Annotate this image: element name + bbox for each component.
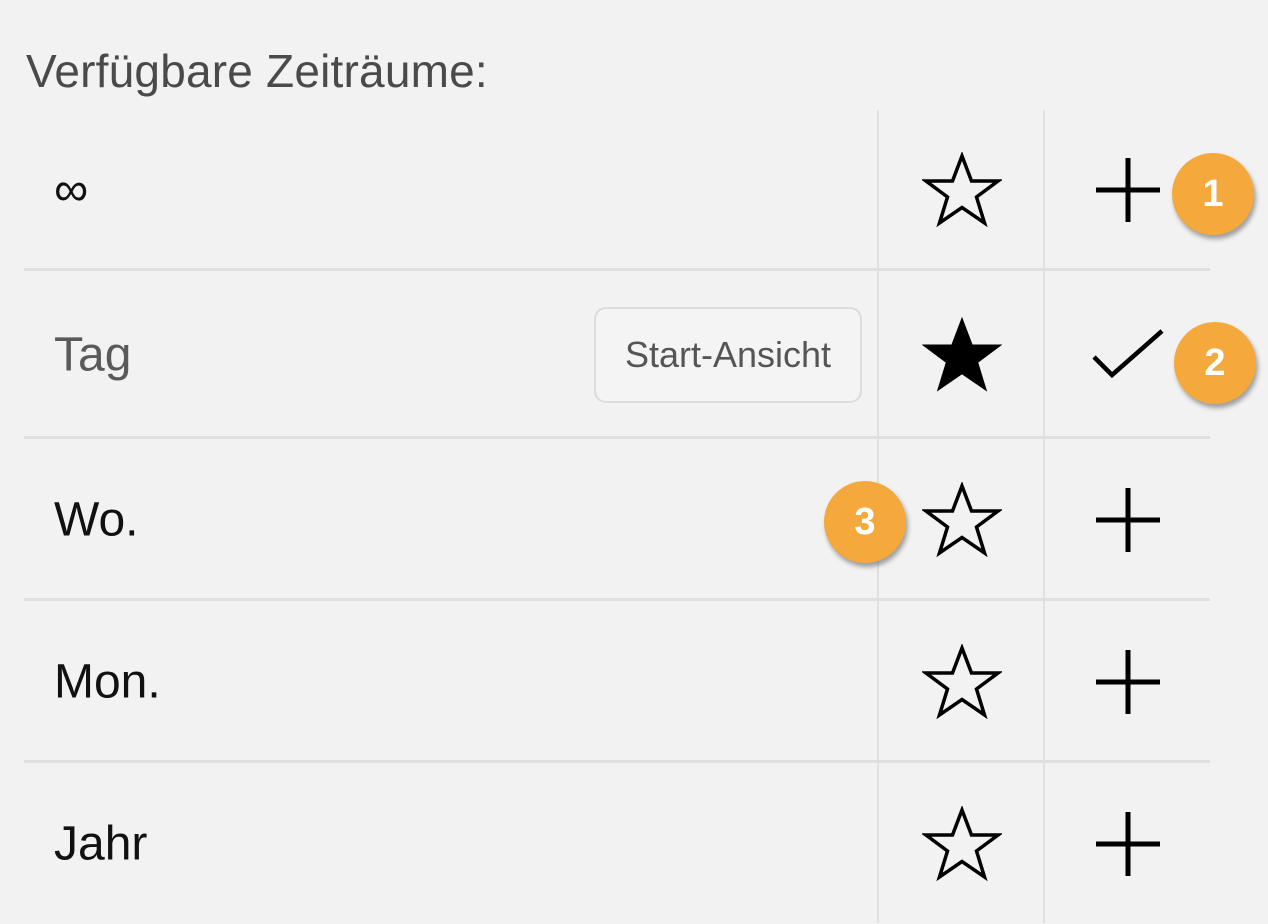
period-label: Wo. bbox=[54, 493, 139, 547]
start-view-badge: Start-Ansicht bbox=[594, 307, 862, 403]
annotation-marker-2: 2 bbox=[1174, 322, 1256, 404]
favorite-toggle[interactable] bbox=[920, 802, 1004, 886]
plus-icon bbox=[1096, 812, 1160, 876]
star-outline-icon bbox=[922, 482, 1002, 558]
period-list-heading: Verfügbare Zeiträume: bbox=[26, 45, 488, 97]
period-label: ∞ bbox=[54, 163, 89, 217]
period-row-week: Wo. bbox=[0, 440, 1268, 600]
period-row-day: Tag Start-Ansicht bbox=[0, 275, 1268, 435]
plus-icon bbox=[1096, 488, 1160, 552]
check-icon bbox=[1092, 329, 1164, 379]
star-filled-icon bbox=[922, 317, 1002, 392]
period-row-year: Jahr bbox=[0, 764, 1268, 924]
row-divider bbox=[24, 436, 1210, 439]
add-period-button[interactable] bbox=[1086, 478, 1170, 562]
favorite-toggle[interactable] bbox=[920, 640, 1004, 724]
row-divider bbox=[24, 268, 1210, 271]
period-label: Tag bbox=[54, 328, 132, 382]
favorite-toggle[interactable] bbox=[920, 478, 1004, 562]
favorite-toggle[interactable] bbox=[920, 148, 1004, 232]
add-period-button[interactable] bbox=[1086, 802, 1170, 886]
period-row-all: ∞ bbox=[0, 110, 1268, 270]
star-outline-icon bbox=[922, 644, 1002, 720]
plus-icon bbox=[1096, 650, 1160, 714]
annotation-marker-1: 1 bbox=[1172, 153, 1254, 235]
favorite-toggle[interactable] bbox=[920, 313, 1004, 397]
star-outline-icon bbox=[922, 152, 1002, 228]
star-outline-icon bbox=[922, 806, 1002, 882]
period-row-month: Mon. bbox=[0, 602, 1268, 762]
period-added-indicator[interactable] bbox=[1086, 313, 1170, 397]
add-period-button[interactable] bbox=[1086, 148, 1170, 232]
annotation-marker-3: 3 bbox=[824, 481, 906, 563]
add-period-button[interactable] bbox=[1086, 640, 1170, 724]
period-label: Mon. bbox=[54, 655, 161, 709]
period-label: Jahr bbox=[54, 817, 148, 871]
plus-icon bbox=[1096, 158, 1160, 222]
row-divider bbox=[24, 760, 1210, 763]
row-divider bbox=[24, 598, 1210, 601]
